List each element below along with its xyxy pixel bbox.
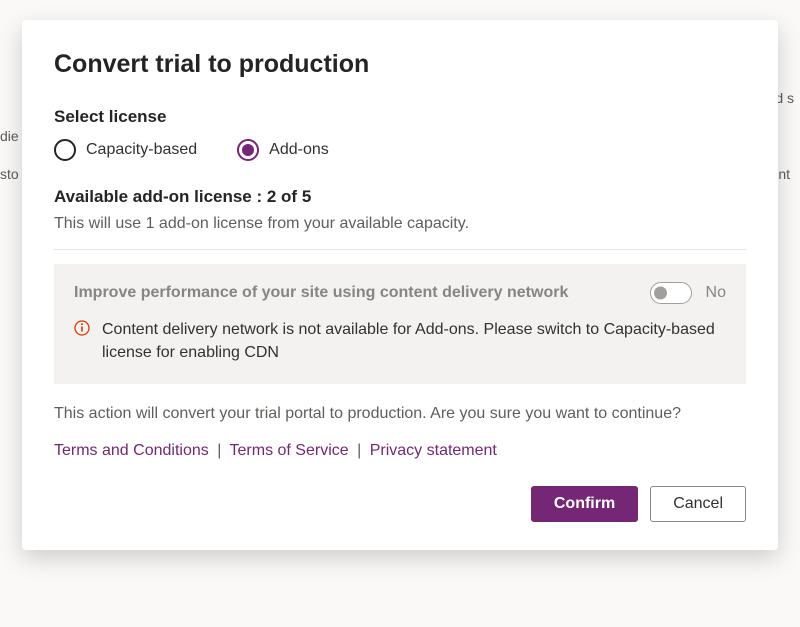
cdn-toggle[interactable]	[650, 282, 692, 304]
radio-addons-label: Add-ons	[269, 141, 329, 159]
radio-addons[interactable]: Add-ons	[237, 139, 329, 161]
convert-trial-dialog: Convert trial to production Select licen…	[22, 20, 778, 550]
confirm-warning-text: This action will convert your trial port…	[54, 402, 746, 426]
legal-links: Terms and Conditions | Terms of Service …	[54, 442, 746, 460]
privacy-statement-link[interactable]: Privacy statement	[370, 442, 497, 459]
radio-capacity-based[interactable]: Capacity-based	[54, 139, 197, 161]
radio-checked-icon	[237, 139, 259, 161]
divider	[54, 249, 746, 250]
usage-description: This will use 1 add-on license from your…	[54, 215, 746, 233]
license-radio-group: Capacity-based Add-ons	[54, 139, 746, 161]
toggle-knob-icon	[654, 287, 667, 300]
cdn-panel: Improve performance of your site using c…	[54, 264, 746, 384]
available-license-count: Available add-on license : 2 of 5	[54, 187, 746, 207]
cancel-button[interactable]: Cancel	[650, 486, 746, 522]
radio-capacity-label: Capacity-based	[86, 141, 197, 159]
confirm-button[interactable]: Confirm	[531, 486, 638, 522]
info-icon	[74, 320, 90, 336]
cdn-heading: Improve performance of your site using c…	[74, 284, 636, 302]
radio-unchecked-icon	[54, 139, 76, 161]
select-license-label: Select license	[54, 107, 746, 127]
link-separator: |	[217, 442, 221, 459]
dialog-footer: Confirm Cancel	[54, 486, 746, 522]
link-separator: |	[357, 442, 361, 459]
cdn-toggle-state: No	[706, 284, 726, 302]
terms-and-conditions-link[interactable]: Terms and Conditions	[54, 442, 209, 459]
cdn-info-text: Content delivery network is not availabl…	[102, 318, 726, 364]
terms-of-service-link[interactable]: Terms of Service	[230, 442, 349, 459]
dialog-title: Convert trial to production	[54, 50, 746, 79]
